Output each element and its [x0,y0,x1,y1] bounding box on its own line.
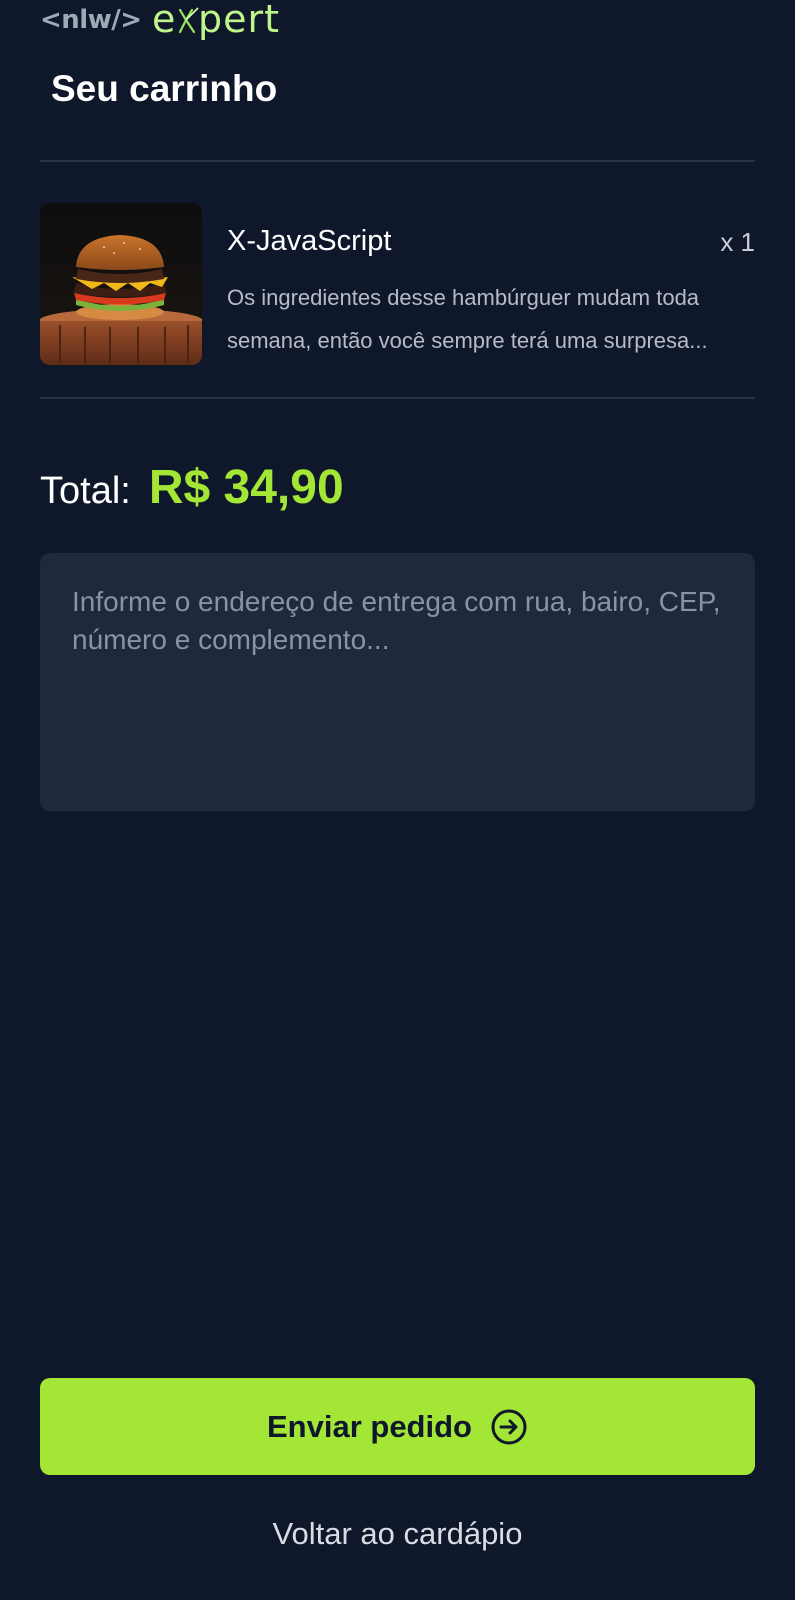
cart-item: X-JavaScript x 1 Os ingredientes desse h… [40,203,755,365]
logo-nlw-text: <nlw/> [40,5,142,35]
total-label: Total: [40,470,131,512]
cart-total: Total: R$ 34,90 [40,460,344,515]
logo-expert-wordmark: e pert [152,0,280,40]
item-quantity: x 1 [720,227,755,257]
arrow-circle-right-icon [490,1408,528,1446]
item-description: Os ingredientes desse hambúrguer mudam t… [227,285,708,353]
svg-text:pert: pert [198,0,280,40]
logo-expert-text: e pert [152,0,302,40]
item-name: X-JavaScript [227,225,392,257]
total-value: R$ 34,90 [148,461,344,514]
svg-text:e: e [152,0,176,40]
divider [40,160,755,162]
send-order-button[interactable]: Enviar pedido [40,1378,755,1475]
address-input[interactable] [40,553,755,811]
back-to-menu-link[interactable]: Voltar ao cardápio [0,1516,795,1552]
divider [40,397,755,399]
brand-logo: <nlw/> e pert [40,0,302,40]
send-order-label: Enviar pedido [267,1408,472,1444]
burger-image [40,203,202,365]
page-title: Seu carrinho [51,68,278,109]
